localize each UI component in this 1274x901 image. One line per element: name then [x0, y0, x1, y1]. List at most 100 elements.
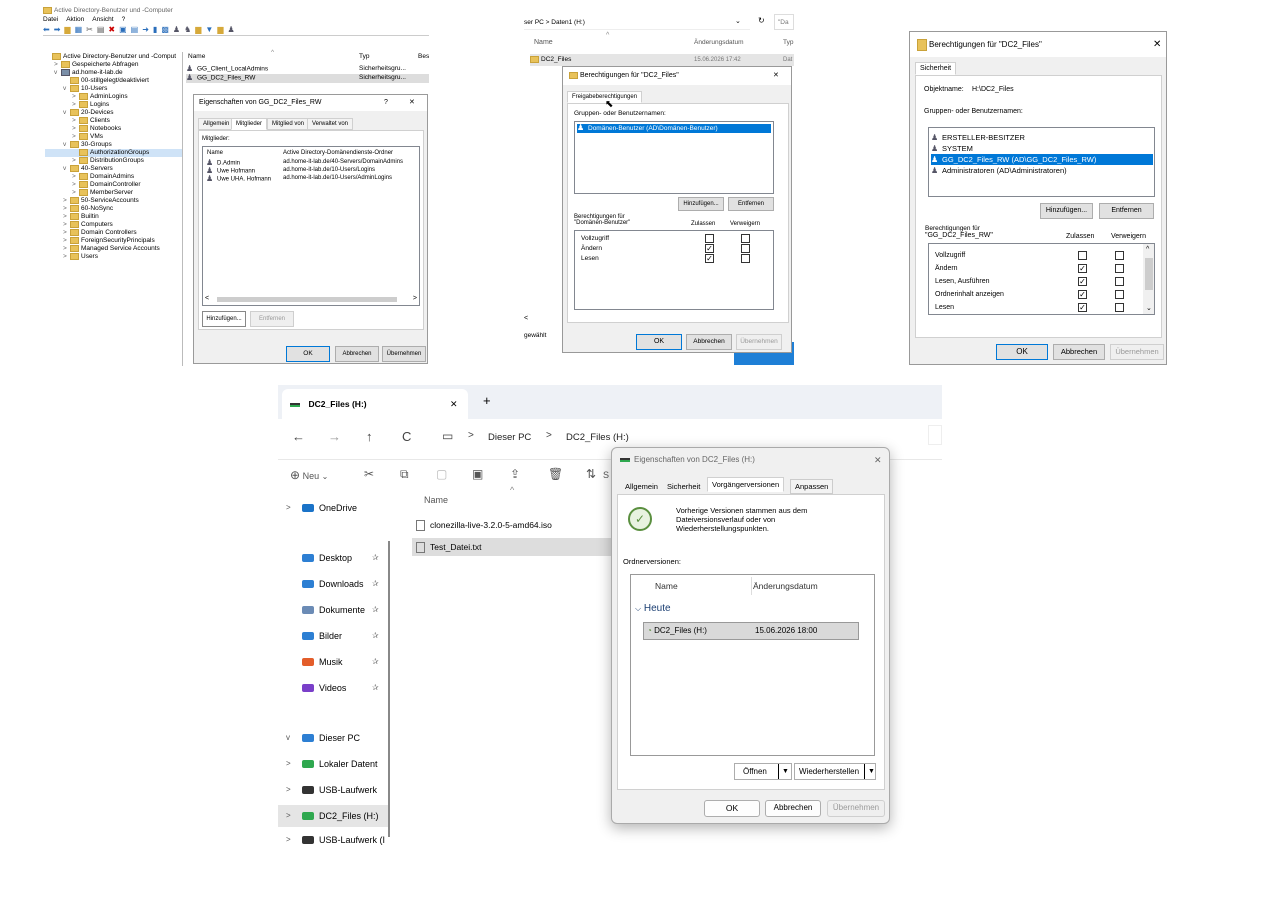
col-name[interactable]: Name	[534, 39, 553, 46]
nav-item[interactable]: Musik ✰	[278, 651, 388, 673]
share-icon[interactable]: ⇪	[510, 467, 520, 481]
sort-icon[interactable]: ⇅	[586, 467, 596, 481]
add-button[interactable]: Hinzufügen...	[678, 197, 724, 211]
tree-item[interactable]: > Builtin	[45, 213, 182, 221]
crumb-dieser-pc[interactable]: Dieser PC	[488, 432, 531, 443]
versions-col-date[interactable]: Änderungsdatum	[753, 581, 818, 591]
tab-verwaltet-von[interactable]: Verwaltet von	[307, 118, 354, 130]
tree-item[interactable]: >60-NoSync	[45, 205, 182, 213]
tree-item[interactable]: >50-ServiceAccounts	[45, 197, 182, 205]
allow-checkbox[interactable]	[705, 234, 714, 243]
nav-item[interactable]: Bilder ✰	[278, 625, 388, 647]
nav-arrow-icon[interactable]: >	[286, 779, 291, 801]
tab-sicherheit[interactable]: Sicherheit	[915, 62, 957, 75]
scroll-left-icon[interactable]: <	[205, 295, 209, 302]
tree-item[interactable]: > ForeignSecurityPrincipals	[45, 237, 182, 245]
cut-icon[interactable]: ✂	[86, 25, 93, 35]
expand-arrow-icon[interactable]: v	[54, 69, 61, 77]
allow-checkbox[interactable]: ✓	[705, 254, 714, 263]
group-row[interactable]: ♟ Administratoren (AD\Administratoren)	[931, 165, 1153, 176]
deny-checkbox[interactable]	[741, 244, 750, 253]
allow-checkbox[interactable]: ✓	[1078, 290, 1087, 299]
add-member-button[interactable]: Hinzufügen...	[202, 311, 246, 327]
col-name[interactable]: Name	[188, 53, 205, 60]
nav-item[interactable]: v Dieser PC	[278, 727, 388, 749]
scroll-up-icon[interactable]: ^	[1146, 246, 1149, 253]
group-row[interactable]: ♟ GG_DC2_Files_RW (AD\GG_DC2_Files_RW)	[931, 154, 1153, 165]
tree-item[interactable]: > VMs	[45, 133, 182, 141]
view-icon[interactable]: ▦	[75, 25, 83, 35]
tree-item[interactable]: v 30-Groups	[45, 141, 182, 149]
nav-arrow-icon[interactable]: >	[286, 829, 291, 851]
refresh-icon[interactable]: ▤	[131, 25, 139, 35]
tree-item[interactable]: Active Directory-Benutzer und -Comput	[45, 53, 182, 61]
tree-item[interactable]: > Notebooks	[45, 125, 182, 133]
col-type[interactable]: Typ	[783, 39, 793, 46]
expand-arrow-icon[interactable]: v	[63, 141, 70, 149]
forward-icon[interactable]: ➡	[54, 25, 61, 35]
delete-icon[interactable]: ✖	[108, 25, 115, 35]
group-row[interactable]: ♟ Domänen-Benutzer (AD\Domänen-Benutzer)	[577, 124, 771, 133]
pin-icon[interactable]: ✰	[372, 677, 379, 699]
ad-list-row[interactable]: ♟ GG_DC2_Files_RW Sicherheitsgru...	[186, 74, 429, 83]
ok-button[interactable]: OK	[996, 344, 1048, 360]
group-row[interactable]: ♟ ERSTELLER-BESITZER	[931, 132, 1153, 143]
deny-checkbox[interactable]	[1115, 290, 1124, 299]
group-header-today[interactable]: ⌵ Heute	[635, 603, 671, 614]
deny-checkbox[interactable]	[1115, 251, 1124, 260]
tree-item[interactable]: 00-stillgelegt/deaktiviert	[45, 77, 182, 85]
nav-item[interactable]: > DC2_Files (H:)	[278, 805, 388, 827]
col-date[interactable]: Änderungsdatum	[694, 39, 744, 46]
ok-button[interactable]: OK	[286, 346, 330, 362]
restore-split-button[interactable]: Wiederherstellen ▼	[794, 763, 876, 780]
new-button[interactable]: ⊕ Neu ⌄	[290, 468, 328, 484]
remove-member-button[interactable]: Entfernen	[250, 311, 294, 327]
properties-icon[interactable]: ▣	[119, 25, 127, 35]
menu-datei[interactable]: Datei	[43, 15, 58, 25]
expand-arrow-icon[interactable]: v	[63, 85, 70, 93]
tab-allgemein[interactable]: Allgemein	[620, 479, 663, 494]
add-button[interactable]: Hinzufügen...	[1040, 203, 1093, 219]
new-tab-icon[interactable]: +	[483, 391, 491, 411]
allow-checkbox[interactable]: ✓	[705, 244, 714, 253]
help-button[interactable]: ?	[384, 95, 388, 111]
horizontal-scrollbar[interactable]: < >	[205, 295, 417, 304]
menu-help[interactable]: ?	[122, 15, 126, 25]
tab-previous-versions[interactable]: Vorgängerversionen	[707, 477, 785, 492]
scroll-left-icon[interactable]: <	[524, 315, 528, 322]
cancel-button[interactable]: Abbrechen	[335, 346, 379, 362]
open-split-button[interactable]: Öffnen ▼	[734, 763, 792, 780]
scroll-right-icon[interactable]: >	[413, 295, 417, 302]
refresh-icon[interactable]: ↻	[758, 16, 765, 25]
up-icon[interactable]: ↑	[366, 429, 373, 444]
deny-checkbox[interactable]	[1115, 303, 1124, 312]
versions-col-name[interactable]: Name	[655, 581, 678, 591]
deny-checkbox[interactable]	[741, 234, 750, 243]
cut-icon[interactable]: ✂	[364, 467, 374, 481]
ad-list-row[interactable]: ♟ GG_Client_LocalAdmins Sicherheitsgru...	[186, 65, 429, 73]
close-button[interactable]: ✕	[1153, 32, 1161, 57]
copy-icon[interactable]: ▤	[97, 25, 105, 35]
crumb-dc2-files[interactable]: DC2_Files (H:)	[566, 432, 629, 443]
filter-icon[interactable]: ▼	[205, 25, 213, 35]
expand-arrow-icon[interactable]: v	[63, 109, 70, 117]
nav-item[interactable]: > Lokaler Datent	[278, 753, 388, 775]
chevron-down-icon[interactable]: ⌄	[735, 17, 741, 25]
close-button[interactable]: ✕	[874, 448, 882, 472]
members-col-folder[interactable]: Active Directory-Domänendienste-Ordner	[283, 150, 393, 156]
tree-item[interactable]: > Computers	[45, 221, 182, 229]
tree-item[interactable]: v 10-Users	[45, 85, 182, 93]
collapse-arrow-icon[interactable]: >	[63, 253, 70, 261]
apply-button[interactable]: Übernehmen	[382, 346, 426, 362]
tree-item[interactable]: v 20-Devices	[45, 109, 182, 117]
col-desc[interactable]: Bes	[418, 53, 429, 60]
remove-button[interactable]: Entfernen	[1099, 203, 1154, 219]
tree-item[interactable]: > DistributionGroups	[45, 157, 182, 165]
new-user-icon[interactable]: ♟	[173, 25, 180, 35]
allow-checkbox[interactable]: ✓	[1078, 303, 1087, 312]
console-icon[interactable]: ▩	[161, 25, 169, 35]
add-to-group-icon[interactable]: ♟	[227, 25, 234, 35]
nav-item[interactable]: Downloads ✰	[278, 573, 388, 595]
scroll-thumb[interactable]	[1145, 258, 1153, 290]
menu-ansicht[interactable]: Ansicht	[92, 15, 113, 25]
